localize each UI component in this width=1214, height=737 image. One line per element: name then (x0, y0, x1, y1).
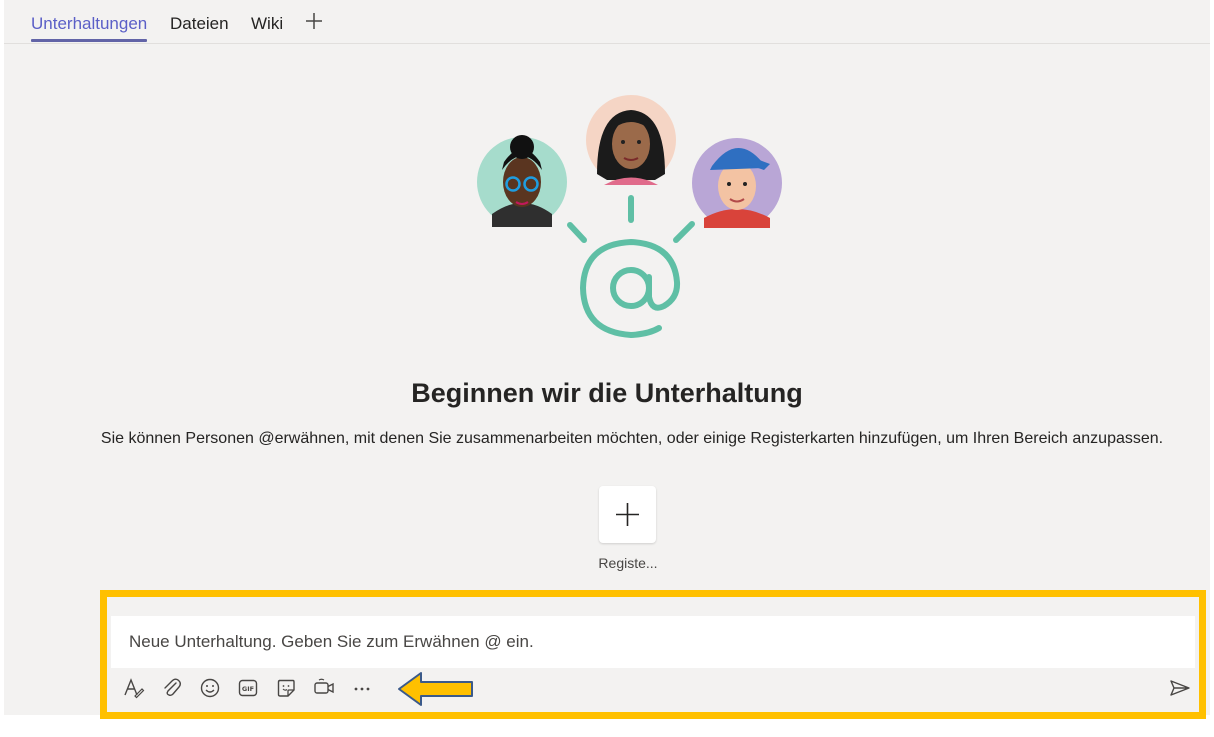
svg-text:GIF: GIF (242, 685, 254, 693)
plus-icon (616, 503, 639, 526)
add-tab-label: Registe... (598, 555, 658, 571)
more-options-icon[interactable] (349, 675, 375, 701)
tab-dateien[interactable]: Dateien (170, 14, 229, 42)
sticker-icon[interactable] (273, 675, 299, 701)
tab-unterhaltungen[interactable]: Unterhaltungen (31, 14, 148, 42)
meet-now-icon[interactable] (311, 675, 337, 701)
avatar-illustration-middle (586, 95, 676, 185)
add-tab-plus-icon[interactable] (304, 11, 324, 33)
add-tab-button[interactable] (599, 486, 656, 543)
empty-state-title: Beginnen wir die Unterhaltung (411, 378, 803, 408)
avatar-illustration-right (692, 138, 782, 228)
tab-bar: Unterhaltungen Dateien Wiki (4, 0, 1210, 44)
gif-icon[interactable]: GIF (235, 675, 261, 701)
tab-wiki[interactable]: Wiki (251, 14, 283, 42)
format-icon[interactable] (121, 675, 147, 701)
new-conversation-input[interactable] (111, 616, 1195, 668)
empty-state-subtitle: Sie können Personen @erwähnen, mit denen… (100, 430, 1164, 447)
send-icon[interactable] (1167, 675, 1193, 701)
welcome-illustration (477, 95, 782, 339)
attach-icon[interactable] (159, 675, 185, 701)
callout-arrow-icon (398, 672, 473, 706)
at-symbol-icon (579, 238, 681, 339)
emoji-icon[interactable] (197, 675, 223, 701)
avatar-illustration-left (477, 135, 567, 227)
compose-highlight-frame: GIF (100, 590, 1206, 719)
